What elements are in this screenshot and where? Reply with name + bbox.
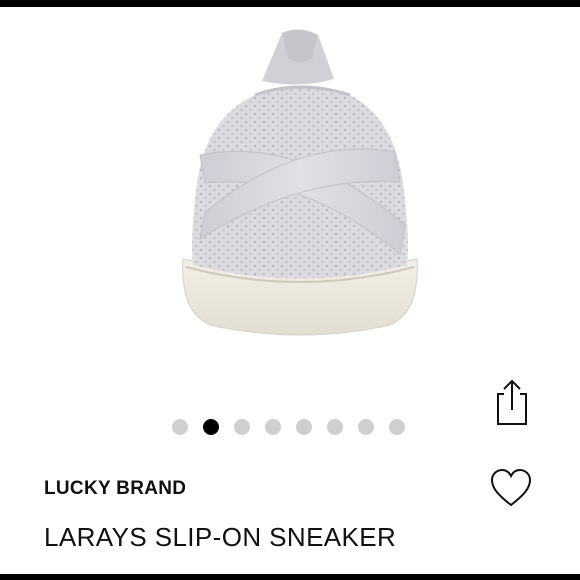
carousel-dot-2-active[interactable]	[203, 419, 219, 435]
carousel-dot-1[interactable]	[172, 419, 188, 435]
carousel-dot-5[interactable]	[296, 419, 312, 435]
carousel-dot-3[interactable]	[234, 419, 250, 435]
carousel-dot-4[interactable]	[265, 419, 281, 435]
product-brand[interactable]: LUCKY BRAND	[44, 478, 186, 500]
carousel-dot-7[interactable]	[358, 419, 374, 435]
heart-icon	[490, 468, 532, 507]
carousel-dot-6[interactable]	[327, 419, 343, 435]
favorite-button[interactable]	[488, 466, 534, 510]
sneaker-illustration	[182, 29, 418, 336]
product-image[interactable]	[0, 7, 580, 387]
image-carousel-indicator	[172, 419, 405, 435]
bottom-border	[0, 574, 580, 580]
product-title: LARAYS SLIP-ON SNEAKER	[44, 522, 397, 552]
top-border	[0, 0, 580, 7]
carousel-dot-8[interactable]	[389, 419, 405, 435]
share-button[interactable]	[490, 376, 534, 428]
share-icon	[497, 379, 527, 425]
